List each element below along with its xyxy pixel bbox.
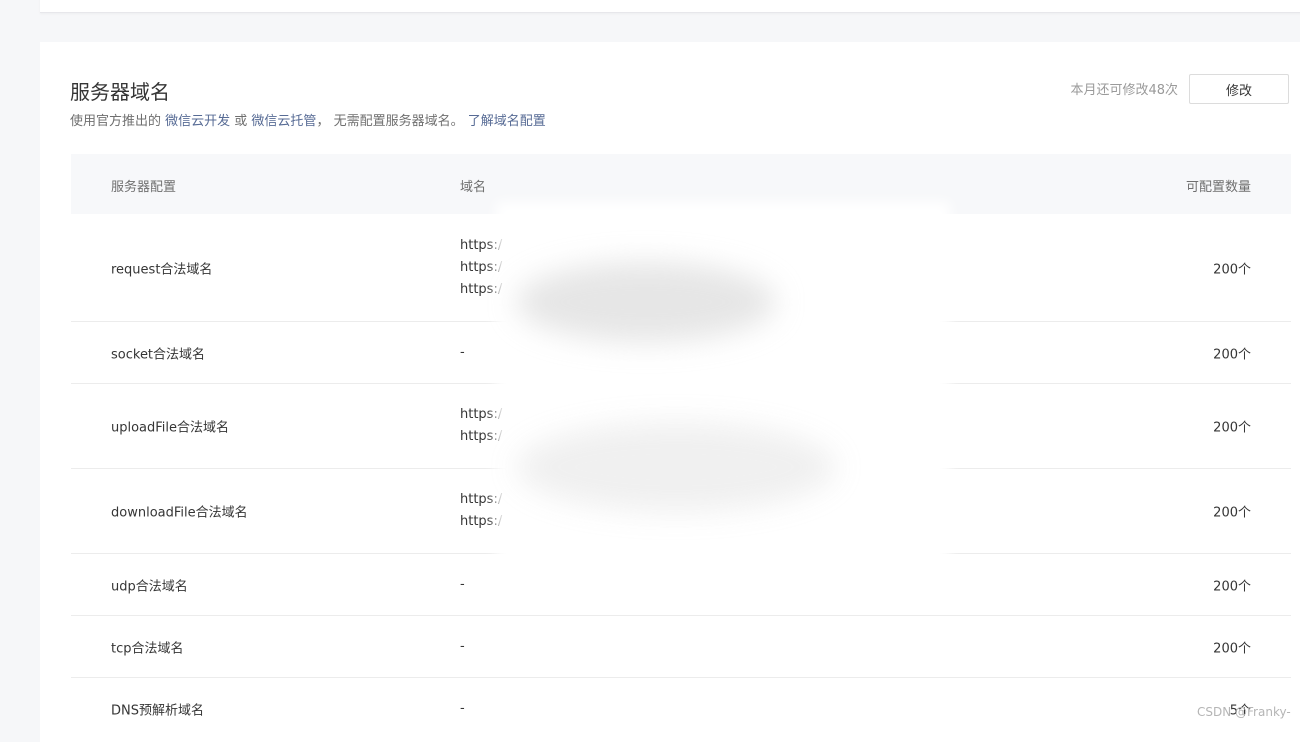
domain-list: https:/ https:/ [460,404,502,448]
column-header-count: 可配置数量 [1185,180,1251,195]
row-label: uploadFile合法域名 [111,420,230,436]
watermark: CSDN @Franky- [1197,705,1291,719]
row-count: 200个 [1213,505,1251,521]
table-row-tcp: tcp合法域名 - 200个 [71,616,1291,678]
row-count: 200个 [1213,420,1251,436]
domain-entry: - [460,701,465,716]
row-label: udp合法域名 [111,579,188,594]
domain-list: https:/ https:/ https:/ [460,235,502,301]
column-header-domain: 域名 [460,180,487,195]
domain-entry: https:/ [460,514,503,529]
server-domain-panel: 服务器域名 使用官方推出的 微信云开发 或 微信云托管， 无需配置服务器域名。 … [40,42,1300,742]
learn-domain-config-link[interactable]: 了解域名配置 [468,114,546,129]
domain-list: https:/ https:/ [460,489,502,533]
column-header-config: 服务器配置 [111,180,177,195]
domain-entry: - [460,576,465,592]
blur-smudge [516,422,836,512]
domain-entry: https:/ [460,492,503,507]
row-count: 200个 [1213,579,1251,594]
domain-entry: - [460,638,465,654]
edit-button[interactable]: 修改 [1189,74,1289,104]
domain-list: - [460,342,465,364]
cloud-hosting-link[interactable]: 微信云托管 [251,114,316,129]
domain-list: - [460,574,465,596]
row-count: 200个 [1213,262,1251,277]
row-label: socket合法域名 [111,347,206,362]
blur-smudge [516,262,776,342]
domain-entry: https:/ [460,407,503,422]
row-label: downloadFile合法域名 [111,505,248,521]
domain-list: - [460,698,465,720]
modify-quota-text: 本月还可修改48次 [1070,83,1178,98]
table-row-dns: DNS预解析域名 - 5个 [71,678,1291,740]
domain-entry: https:/ [460,259,503,275]
row-label: DNS预解析域名 [111,703,204,719]
row-label: tcp合法域名 [111,641,184,656]
row-label: request合法域名 [111,262,213,277]
cloud-dev-link[interactable]: 微信云开发 [165,114,230,129]
previous-panel [40,0,1300,13]
table-header: 服务器配置 域名 可配置数量 [71,154,1291,214]
domain-entry: https:/ [460,429,503,444]
section-description: 使用官方推出的 微信云开发 或 微信云托管， 无需配置服务器域名。 了解域名配置 [70,114,546,129]
domain-entry: https:/ [460,237,503,253]
domain-entry: - [460,344,465,360]
page-title: 服务器域名 [70,80,170,104]
row-count: 200个 [1213,641,1251,656]
row-count: 200个 [1213,347,1251,362]
redaction-blur [506,212,940,567]
domain-entry: https:/ [460,281,503,297]
domain-list: - [460,636,465,658]
